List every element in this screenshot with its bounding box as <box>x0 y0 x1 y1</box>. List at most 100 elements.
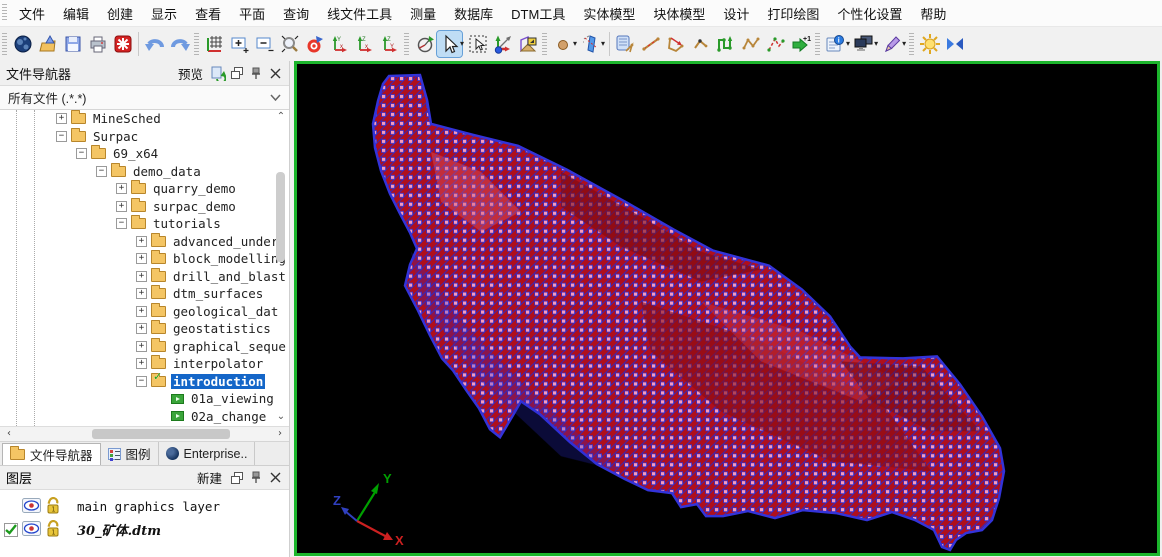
toolbar-grip[interactable] <box>2 33 7 55</box>
flip-view-icon[interactable] <box>942 31 967 57</box>
tree-item-surpac[interactable]: −Surpac <box>0 128 289 146</box>
menu-solid-model[interactable]: 实体模型 <box>574 4 644 23</box>
collapse-icon[interactable]: − <box>116 218 127 229</box>
pin-icon[interactable] <box>248 65 264 81</box>
point-marker-dropdown-icon[interactable]: ▾ <box>573 39 577 48</box>
unlocked-icon[interactable]: 1 <box>45 520 61 540</box>
section-view-icon[interactable] <box>515 31 540 57</box>
toolbar-grip[interactable] <box>404 33 409 55</box>
tree-item-drill-and-blast[interactable]: +drill_and_blast <box>0 268 289 286</box>
select-pointer-icon[interactable] <box>437 31 462 57</box>
scrollbar-thumb[interactable] <box>92 429 230 439</box>
tree-item-quarry-demo[interactable]: +quarry_demo <box>0 180 289 198</box>
zoom-window-icon[interactable] <box>277 31 302 57</box>
tree-item-advanced-underground[interactable]: +advanced_underg <box>0 233 289 251</box>
tab-legend[interactable]: 图例 <box>101 442 159 465</box>
tree-item-dtm-surfaces[interactable]: +dtm_surfaces <box>0 285 289 303</box>
float-panel-icon[interactable] <box>229 470 245 486</box>
string-file-icon[interactable] <box>613 31 638 57</box>
tree-item-geological-database[interactable]: +geological_dat <box>0 303 289 321</box>
expand-icon[interactable]: + <box>116 201 127 212</box>
menu-edit[interactable]: 编辑 <box>54 4 98 23</box>
tree-item-geostatistics[interactable]: +geostatistics <box>0 320 289 338</box>
expand-icon[interactable]: + <box>136 236 147 247</box>
expand-icon[interactable]: + <box>136 288 147 299</box>
plane-yx-icon[interactable]: Yx <box>327 31 352 57</box>
menu-survey[interactable]: 测量 <box>401 4 445 23</box>
properties-icon[interactable]: i <box>823 31 848 57</box>
toolbar-grip[interactable] <box>909 33 914 55</box>
zoom-out-icon[interactable] <box>252 31 277 57</box>
tree-item-block-modelling[interactable]: +block_modelling <box>0 250 289 268</box>
tree-item-minesched[interactable]: +MineSched <box>0 110 289 128</box>
menu-design[interactable]: 设计 <box>714 4 758 23</box>
menu-file[interactable]: 文件 <box>10 4 54 23</box>
save-icon[interactable] <box>60 31 85 57</box>
string-points-icon[interactable] <box>738 31 763 57</box>
tree-item-01a-viewing[interactable]: 01a_viewing <box>0 390 289 408</box>
menu-dtm-tools[interactable]: DTM工具 <box>502 4 574 23</box>
reset-graphics-icon[interactable] <box>110 31 135 57</box>
expand-icon[interactable]: + <box>136 323 147 334</box>
close-polygon-icon[interactable] <box>663 31 688 57</box>
menu-inquire[interactable]: 查询 <box>274 4 318 23</box>
tab-enterprise[interactable]: Enterprise.. <box>159 442 256 465</box>
tree-item-interpolator[interactable]: +interpolator <box>0 355 289 373</box>
display-monitors-icon[interactable] <box>851 31 876 57</box>
plane-zx-icon[interactable]: Zx <box>352 31 377 57</box>
menu-plotting[interactable]: 打印绘图 <box>758 4 828 23</box>
menu-view[interactable]: 查看 <box>186 4 230 23</box>
menu-display[interactable]: 显示 <box>142 4 186 23</box>
tab-file-navigator[interactable]: 文件导航器 <box>2 443 101 465</box>
refresh-icon[interactable] <box>210 65 226 81</box>
scroll-right-icon[interactable]: › <box>273 428 287 440</box>
expand-icon[interactable]: + <box>136 358 147 369</box>
redo-icon[interactable] <box>167 31 192 57</box>
zoom-extents-icon[interactable] <box>202 31 227 57</box>
tree-vertical-scrollbar[interactable]: ⌃ ⌄ <box>274 112 288 424</box>
dtm-surface-model[interactable] <box>297 64 1157 553</box>
clip-plane-icon[interactable] <box>578 31 603 57</box>
collapse-icon[interactable]: − <box>96 166 107 177</box>
segment-line-icon[interactable] <box>638 31 663 57</box>
menu-plane[interactable]: 平面 <box>230 4 274 23</box>
collapse-icon[interactable]: − <box>136 376 147 387</box>
file-filter-select[interactable]: 所有文件 (.*.*) <box>0 86 289 110</box>
menu-help[interactable]: 帮助 <box>911 4 955 23</box>
toolbar-grip[interactable] <box>194 33 199 55</box>
expand-icon[interactable]: + <box>116 183 127 194</box>
edit-pencil-dropdown-icon[interactable]: ▾ <box>902 39 906 48</box>
edit-pencil-icon[interactable] <box>879 31 904 57</box>
visibility-eye-icon[interactable] <box>22 521 41 539</box>
scroll-down-icon[interactable]: ⌄ <box>274 412 288 424</box>
graphics-viewport[interactable]: Y X Z <box>294 61 1160 556</box>
scroll-up-icon[interactable]: ⌃ <box>274 112 288 124</box>
close-panel-icon[interactable] <box>267 65 283 81</box>
reverse-string-icon[interactable] <box>713 31 738 57</box>
point-marker-icon[interactable] <box>550 31 575 57</box>
brightness-icon[interactable] <box>917 31 942 57</box>
toolbar-grip[interactable] <box>542 33 547 55</box>
menu-database[interactable]: 数据库 <box>445 4 502 23</box>
scroll-left-icon[interactable]: ‹ <box>2 428 16 440</box>
print-icon[interactable] <box>85 31 110 57</box>
collapse-icon[interactable]: − <box>56 131 67 142</box>
tree-item-demo-data[interactable]: −demo_data <box>0 163 289 181</box>
world-icon[interactable] <box>10 31 35 57</box>
renumber-string-icon[interactable]: +1 <box>788 31 813 57</box>
properties-dropdown-icon[interactable]: ▾ <box>846 39 850 48</box>
rotate-view-icon[interactable] <box>412 31 437 57</box>
active-layer-checkbox[interactable] <box>4 523 18 537</box>
expand-icon[interactable]: + <box>56 113 67 124</box>
preview-button[interactable]: 预览 <box>174 63 207 84</box>
tree-item-introduction[interactable]: −introduction <box>0 373 289 391</box>
toolbar-grip[interactable] <box>2 4 7 22</box>
new-layer-button[interactable]: 新建 <box>193 467 226 488</box>
undo-icon[interactable] <box>142 31 167 57</box>
unlocked-icon[interactable]: 1 <box>45 497 61 517</box>
tree-item-02a-change[interactable]: 02a_change <box>0 408 289 426</box>
layer-row-main-graphics[interactable]: 1 main graphics layer <box>0 495 289 518</box>
plane-zy-icon[interactable]: ZY <box>377 31 402 57</box>
select-pointer-dropdown-icon[interactable]: ▾ <box>460 39 464 48</box>
float-panel-icon[interactable] <box>229 65 245 81</box>
